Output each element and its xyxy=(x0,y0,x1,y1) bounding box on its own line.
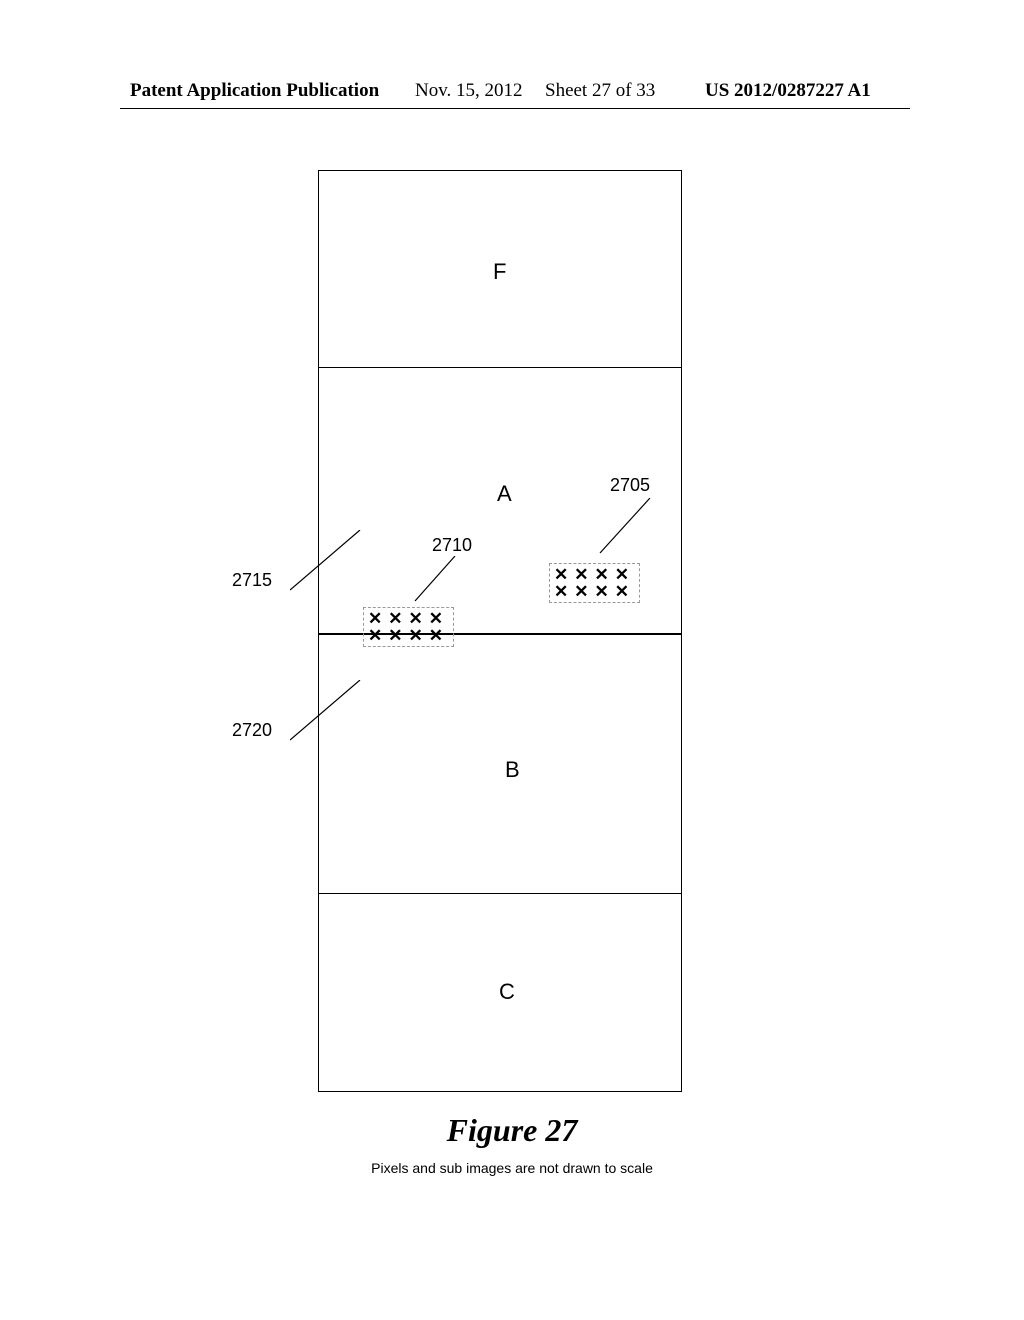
pixel-row: ✕✕✕✕ xyxy=(554,566,635,583)
region-label-f: F xyxy=(493,259,506,285)
header-rule xyxy=(120,108,910,109)
figure-diagram: F A B C ✕✕✕✕ ✕✕✕✕ ✕✕✕✕ ✕✕✕✕ xyxy=(318,170,682,1092)
pixel-row: ✕✕✕✕ xyxy=(554,583,635,600)
separator-f-a xyxy=(319,367,681,368)
pixel-block-2710: ✕✕✕✕ ✕✕✕✕ xyxy=(363,607,454,647)
ref-2715: 2715 xyxy=(232,570,272,591)
ref-2720: 2720 xyxy=(232,720,272,741)
pixel-row: ✕✕✕✕ xyxy=(368,610,449,627)
sheet-number: Sheet 27 of 33 xyxy=(545,80,655,102)
pixel-block-2705: ✕✕✕✕ ✕✕✕✕ xyxy=(549,563,640,603)
region-label-b: B xyxy=(505,757,520,783)
separator-b-c xyxy=(319,893,681,894)
publication-label: Patent Application Publication xyxy=(130,80,379,102)
publication-number: US 2012/0287227 A1 xyxy=(705,80,871,102)
figure-title: Figure 27 xyxy=(0,1112,1024,1149)
region-label-c: C xyxy=(499,979,515,1005)
publication-date: Nov. 15, 2012 xyxy=(415,80,523,102)
region-label-a: A xyxy=(497,481,512,507)
figure-note: Pixels and sub images are not drawn to s… xyxy=(0,1160,1024,1176)
pixel-row: ✕✕✕✕ xyxy=(368,627,449,644)
